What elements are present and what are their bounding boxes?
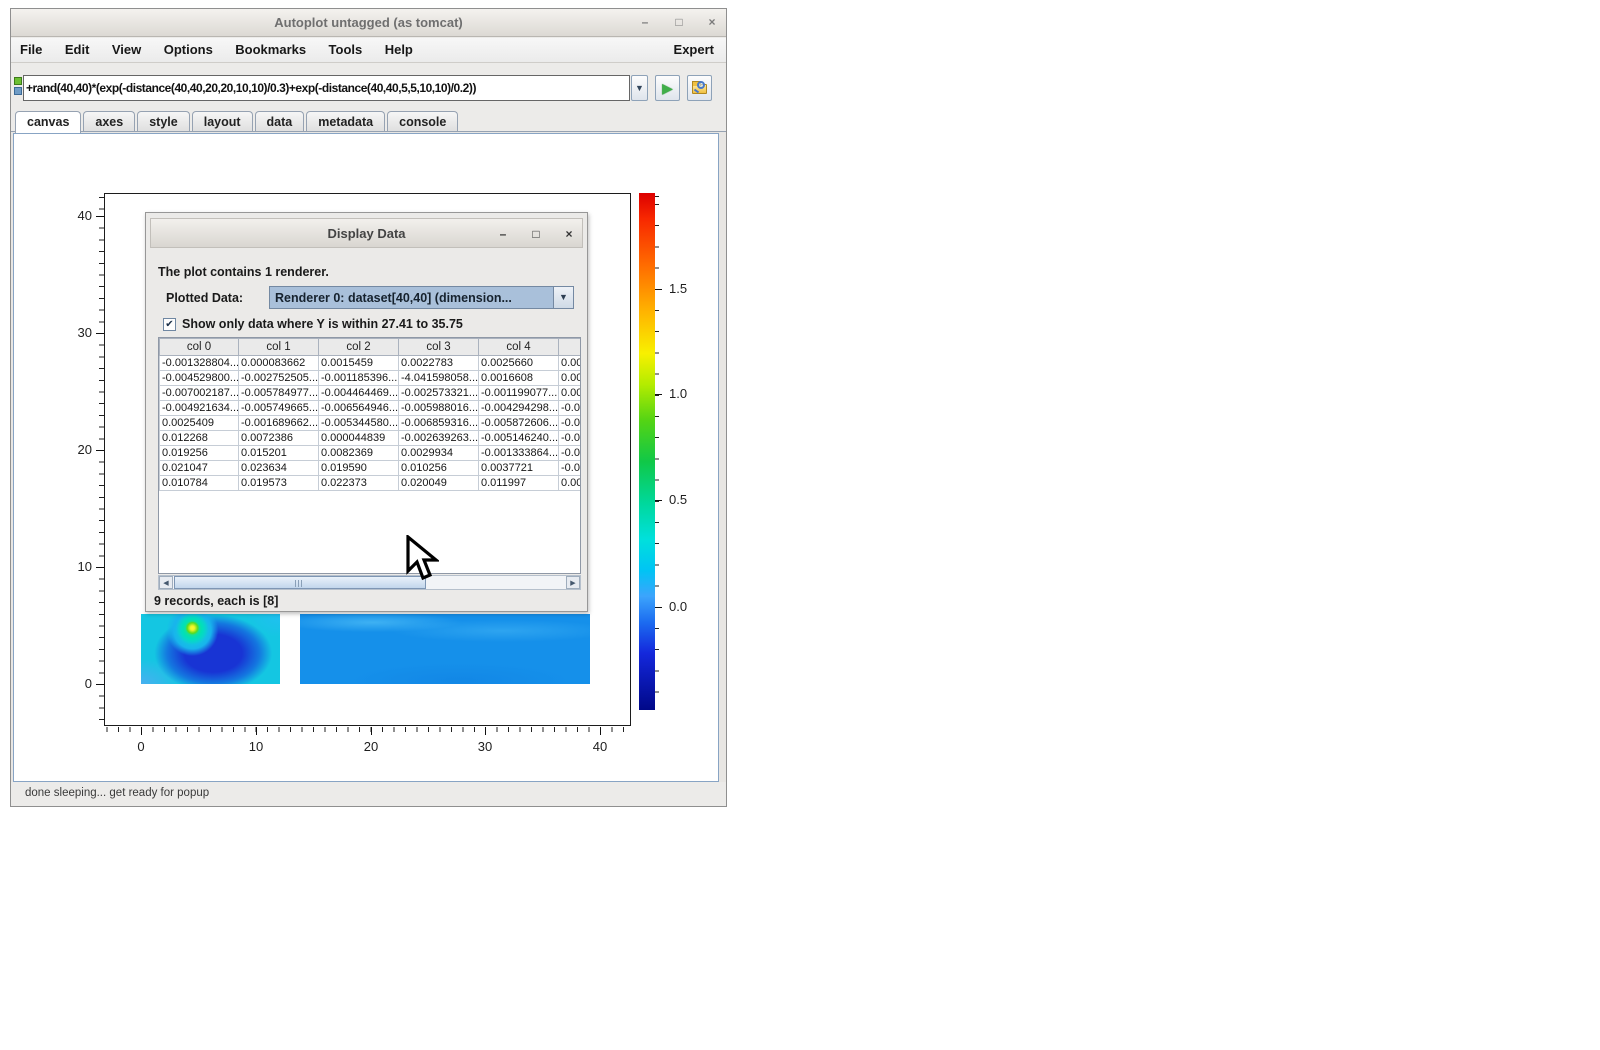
table-row: -0.004529800...-0.002752505...-0.0011853… <box>160 371 582 386</box>
colorbar-tick-label: 1.5 <box>669 281 709 296</box>
filter-checkbox-label: Show only data where Y is within 27.41 t… <box>182 317 463 331</box>
plot-canvas[interactable]: 40 30 20 10 0 0 10 20 30 40 1.5 1.0 0.5 … <box>13 133 719 782</box>
menu-file[interactable]: File <box>11 38 51 63</box>
dialog-maximize-icon[interactable]: □ <box>527 225 545 243</box>
y-tick-label: 20 <box>58 442 92 457</box>
renderer-count-text: The plot contains 1 renderer. <box>158 265 329 279</box>
plotted-data-label: Plotted Data: <box>166 291 243 305</box>
statusbar: done sleeping... get ready for popup <box>11 782 726 806</box>
x-tick-label: 20 <box>354 739 388 754</box>
dialog-close-icon[interactable]: × <box>560 225 578 243</box>
x-tick-label: 0 <box>124 739 158 754</box>
table-row: 0.0107840.0195730.0223730.0200490.011997… <box>160 476 582 491</box>
y-tick-label: 40 <box>58 208 92 223</box>
tab-data[interactable]: data <box>255 111 305 132</box>
plotted-data-combobox[interactable]: Renderer 0: dataset[40,40] (dimension...… <box>269 286 574 309</box>
data-table[interactable]: col 0 col 1 col 2 col 3 col 4 -0.0013288… <box>158 337 581 574</box>
x-tick-label: 40 <box>583 739 617 754</box>
uri-input[interactable] <box>23 75 630 101</box>
table-row: -0.001328804...0.0000836620.00154590.002… <box>160 356 582 371</box>
column-header[interactable] <box>559 339 582 356</box>
table-row: 0.0025409-0.001689662...-0.005344580...-… <box>160 416 582 431</box>
tab-metadata[interactable]: metadata <box>306 111 385 132</box>
dialog-titlebar[interactable]: Display Data – □ × <box>150 218 583 248</box>
spectrogram-patch-right[interactable] <box>300 614 590 684</box>
filter-checkbox[interactable]: ✔ <box>163 318 176 331</box>
file-browse-icon[interactable] <box>687 75 712 101</box>
table-row: 0.0210470.0236340.0195900.0102560.003772… <box>160 461 582 476</box>
x-tick-label: 30 <box>468 739 502 754</box>
column-header[interactable]: col 3 <box>399 339 479 356</box>
column-header[interactable]: col 0 <box>160 339 239 356</box>
horizontal-scrollbar[interactable]: ◀ ▶ <box>158 575 581 590</box>
tab-console[interactable]: console <box>387 111 458 132</box>
colorbar-tick-label: 0.0 <box>669 599 709 614</box>
close-icon[interactable]: × <box>703 13 721 31</box>
expert-mode-label[interactable]: Expert <box>674 42 714 57</box>
menu-bookmarks[interactable]: Bookmarks <box>226 38 315 63</box>
y-tick-label: 10 <box>58 559 92 574</box>
dialog-minimize-icon[interactable]: – <box>494 225 512 243</box>
y-axis-minor-ticks <box>99 193 104 727</box>
maximize-icon[interactable]: □ <box>670 13 688 31</box>
records-count-label: 9 records, each is [8] <box>154 594 278 608</box>
menu-help[interactable]: Help <box>376 38 422 63</box>
table-header-row: col 0 col 1 col 2 col 3 col 4 <box>160 339 582 356</box>
scrollbar-thumb[interactable] <box>174 576 426 589</box>
table-row: 0.0192560.0152010.00823690.0029934-0.001… <box>160 446 582 461</box>
colorbar[interactable] <box>639 193 655 710</box>
y-tick-label: 0 <box>58 676 92 691</box>
menubar: File Edit View Options Bookmarks Tools H… <box>11 38 726 63</box>
y-tick-label: 30 <box>58 325 92 340</box>
table-row: -0.004921634...-0.005749665...-0.0065649… <box>160 401 582 416</box>
tab-bar: canvasaxesstylelayoutdatametadataconsole <box>15 111 460 132</box>
menu-edit[interactable]: Edit <box>56 38 99 63</box>
scroll-left-icon[interactable]: ◀ <box>159 576 173 589</box>
dialog-title: Display Data <box>151 226 582 241</box>
colorbar-minor-ticks <box>655 193 659 710</box>
tab-layout[interactable]: layout <box>192 111 253 132</box>
menu-tools[interactable]: Tools <box>320 38 372 63</box>
plot-play-icon[interactable]: ▶ <box>655 75 680 101</box>
column-header[interactable]: col 1 <box>239 339 319 356</box>
autoplot-window: Autoplot untagged (as tomcat) – □ × File… <box>10 8 727 807</box>
data-type-icon <box>13 77 23 97</box>
uri-dropdown-icon[interactable]: ▼ <box>631 75 648 101</box>
thumb-grip <box>295 580 303 587</box>
tab-style[interactable]: style <box>137 111 190 132</box>
table-row: 0.0122680.00723860.000044839-0.002639263… <box>160 431 582 446</box>
window-title: Autoplot untagged (as tomcat) <box>11 15 726 30</box>
window-titlebar[interactable]: Autoplot untagged (as tomcat) – □ × <box>11 9 726 37</box>
table-row: -0.007002187...-0.005784977...-0.0044644… <box>160 386 582 401</box>
menu-view[interactable]: View <box>103 38 150 63</box>
tab-canvas[interactable]: canvas <box>15 111 81 133</box>
magnifier-icon <box>697 81 705 89</box>
column-header[interactable]: col 4 <box>479 339 559 356</box>
minimize-icon[interactable]: – <box>636 13 654 31</box>
canvas-panel: 40 30 20 10 0 0 10 20 30 40 1.5 1.0 0.5 … <box>11 131 726 784</box>
x-axis-minor-ticks <box>104 727 632 732</box>
x-tick-label: 10 <box>239 739 273 754</box>
column-header[interactable]: col 2 <box>319 339 399 356</box>
colorbar-tick-label: 0.5 <box>669 492 709 507</box>
scroll-right-icon[interactable]: ▶ <box>566 576 580 589</box>
combobox-arrow-icon[interactable]: ▼ <box>553 287 573 308</box>
status-message: done sleeping... get ready for popup <box>25 787 209 799</box>
colorbar-tick-label: 1.0 <box>669 386 709 401</box>
uri-row: ▼ ▶ <box>11 65 726 109</box>
spectrogram-patch-left[interactable] <box>141 614 280 684</box>
menu-options[interactable]: Options <box>155 38 222 63</box>
tab-axes[interactable]: axes <box>83 111 135 132</box>
display-data-dialog: Display Data – □ × The plot contains 1 r… <box>145 212 588 612</box>
plotted-data-value: Renderer 0: dataset[40,40] (dimension... <box>275 291 551 305</box>
mouse-cursor-icon <box>405 535 439 581</box>
